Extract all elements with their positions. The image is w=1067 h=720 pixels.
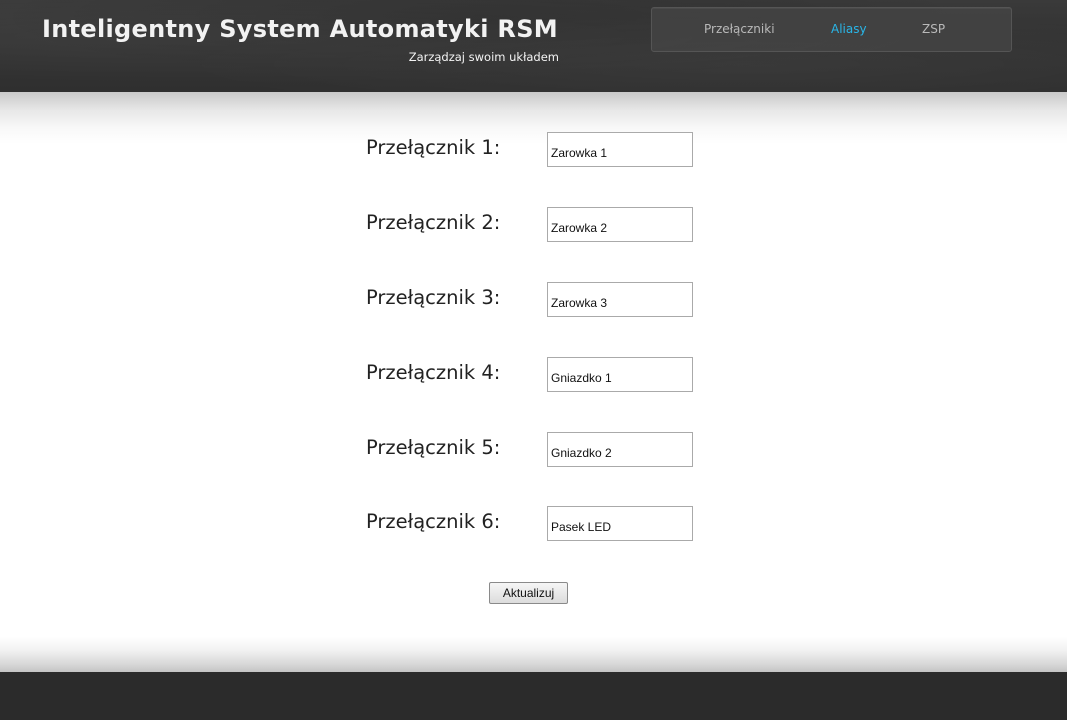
nav-item-aliasy[interactable]: Aliasy [831,22,867,36]
site-title: Inteligentny System Automatyki RSM [42,15,558,43]
main-nav: Przełączniki Aliasy ZSP [651,7,1012,52]
site-subtitle: Zarządzaj swoim układem [408,50,559,64]
alias-input-6[interactable] [547,506,693,541]
alias-label-2: Przełącznik 2: [366,211,501,234]
nav-item-przelaczniki[interactable]: Przełączniki [704,22,775,36]
alias-input-3[interactable] [547,282,693,317]
site-footer [0,672,1067,720]
alias-row-4: Przełącznik 4: [0,357,1067,393]
alias-input-2[interactable] [547,207,693,242]
alias-label-5: Przełącznik 5: [366,436,501,459]
update-button[interactable]: Aktualizuj [489,582,568,604]
alias-label-1: Przełącznik 1: [366,136,501,159]
alias-input-5[interactable] [547,432,693,467]
alias-label-3: Przełącznik 3: [366,286,501,309]
alias-label-6: Przełącznik 6: [366,510,501,533]
alias-input-1[interactable] [547,132,693,167]
alias-row-5: Przełącznik 5: [0,432,1067,468]
alias-row-6: Przełącznik 6: [0,506,1067,542]
site-header: Inteligentny System Automatyki RSM Zarzą… [0,0,1067,92]
alias-label-4: Przełącznik 4: [366,361,501,384]
alias-row-2: Przełącznik 2: [0,207,1067,243]
alias-input-4[interactable] [547,357,693,392]
nav-item-zsp[interactable]: ZSP [922,22,945,36]
alias-row-3: Przełącznik 3: [0,282,1067,318]
alias-row-1: Przełącznik 1: [0,132,1067,168]
